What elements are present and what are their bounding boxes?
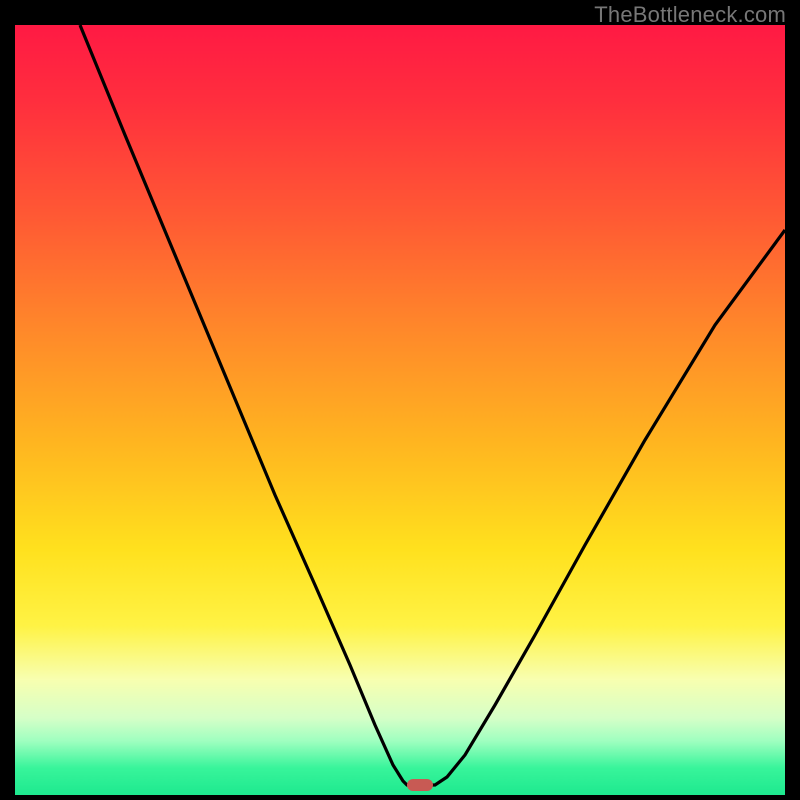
optimum-marker (407, 779, 433, 791)
watermark-text: TheBottleneck.com (594, 2, 786, 28)
bottleneck-curve (15, 25, 785, 795)
curve-path (80, 25, 785, 785)
